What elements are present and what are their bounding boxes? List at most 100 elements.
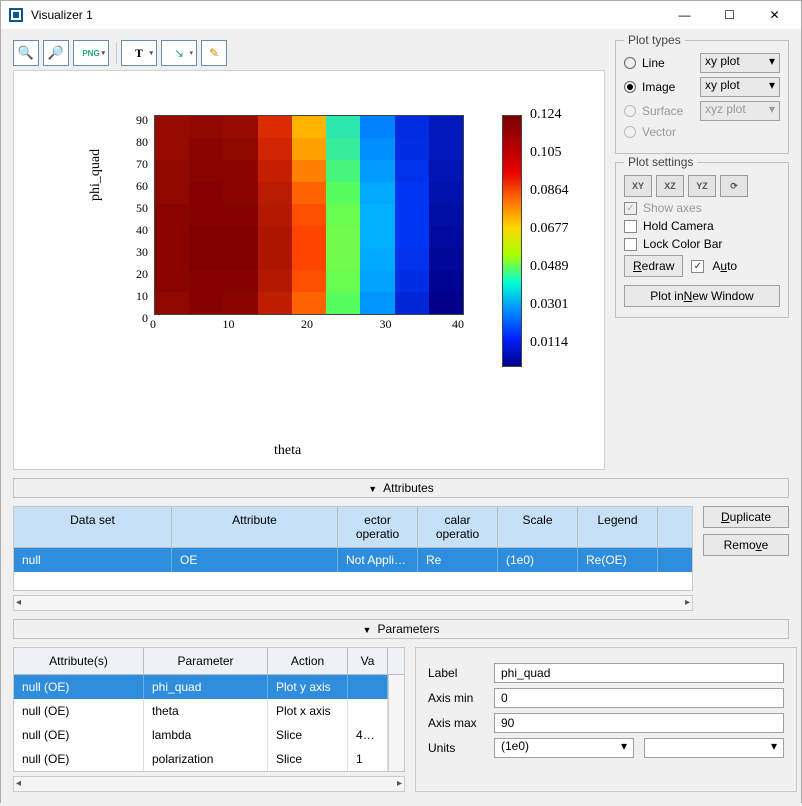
attributes-expander[interactable]: ▼Attributes (13, 478, 789, 498)
units-select[interactable]: (1e0)▾ (494, 738, 634, 758)
remove-button[interactable]: Remove (703, 534, 789, 556)
axis-min-label: Axis min (428, 691, 484, 705)
cell: null (14, 548, 172, 572)
close-button[interactable]: ✕ (752, 1, 797, 29)
column-header[interactable]: Parameter (144, 648, 268, 674)
maximize-button[interactable]: ☐ (707, 1, 752, 29)
column-header[interactable]: ector operatio (338, 507, 418, 547)
colorbar (502, 115, 522, 367)
zoom-reset-icon[interactable]: 🔎 (43, 40, 69, 66)
plot-canvas[interactable]: phi_quad 9080706050403020100 010203040 0… (13, 70, 605, 470)
y-axis-label: phi_quad (88, 149, 104, 201)
column-header[interactable]: Attribute(s) (14, 648, 144, 674)
view-reset-button[interactable]: ⟳ (720, 175, 748, 197)
cell: null (OE) (14, 747, 144, 771)
heatmap (154, 115, 464, 315)
radio-line-label: Line (642, 56, 694, 70)
window-title: Visualizer 1 (31, 8, 662, 22)
image-plot-select[interactable]: xy plot ▾ (700, 77, 780, 97)
cell: Re (418, 548, 498, 572)
cell (348, 699, 388, 723)
column-header[interactable]: Va (348, 648, 388, 674)
view-xy-button[interactable]: XY (624, 175, 652, 197)
minimize-button[interactable]: — (662, 1, 707, 29)
plot-types-group: Plot types Line xy plot ▾ Image xy plot … (615, 40, 789, 154)
cell: phi_quad (144, 675, 268, 699)
cell: (1e0) (498, 548, 578, 572)
cell: 4e-07 (348, 723, 388, 747)
edit-icon[interactable]: ✎ (201, 40, 227, 66)
x-axis-label: theta (274, 443, 301, 459)
cell: lambda (144, 723, 268, 747)
column-header[interactable]: Legend (578, 507, 658, 547)
cell: null (OE) (14, 675, 144, 699)
x-ticks: 010203040 (154, 317, 464, 332)
cell: polarization (144, 747, 268, 771)
cell (348, 675, 388, 699)
show-axes-checkbox: ✓ (624, 202, 637, 215)
table-row[interactable]: null (OE)thetaPlot x axis (14, 699, 388, 723)
plot-toolbar: 🔍 🔎 PNG T ↘ ✎ (13, 40, 605, 66)
table-row[interactable]: null (OE)lambdaSlice4e-07 (14, 723, 388, 747)
cell: Plot x axis (268, 699, 348, 723)
parameters-hscroll[interactable]: ◂▸ (13, 776, 405, 792)
view-yz-button[interactable]: YZ (688, 175, 716, 197)
parameters-table: Attribute(s)ParameterActionVa null (OE)p… (13, 647, 405, 772)
plot-settings-group: Plot settings XY XZ YZ ⟳ ✓Show axes Hold… (615, 162, 789, 318)
parameters-expander[interactable]: ▼Parameters (13, 619, 789, 639)
view-xz-button[interactable]: XZ (656, 175, 684, 197)
axis-min-input[interactable] (494, 688, 784, 708)
column-header[interactable]: Data set (14, 507, 172, 547)
show-axes-label: Show axes (643, 201, 702, 215)
cell: Slice (268, 747, 348, 771)
cell: theta (144, 699, 268, 723)
cell: OE (172, 548, 338, 572)
duplicate-button[interactable]: Duplicate (703, 506, 789, 528)
radio-vector-label: Vector (642, 125, 694, 139)
plot-settings-legend: Plot settings (624, 155, 697, 169)
radio-line[interactable] (624, 57, 636, 69)
column-header[interactable]: calar operatio (418, 507, 498, 547)
app-icon (9, 8, 23, 22)
parameters-vscroll[interactable] (388, 675, 404, 771)
lock-colorbar-checkbox[interactable] (624, 238, 637, 251)
lock-colorbar-label: Lock Color Bar (643, 237, 722, 251)
auto-label: Auto (712, 259, 737, 273)
table-row[interactable]: null (OE)polarizationSlice1 (14, 747, 388, 771)
annotate-arrow-button[interactable]: ↘ (161, 40, 197, 66)
hold-camera-label: Hold Camera (643, 219, 714, 233)
surface-plot-select: xyz plot ▾ (700, 101, 780, 121)
column-header[interactable]: Action (268, 648, 348, 674)
radio-vector (624, 126, 636, 138)
table-row[interactable]: null (OE)phi_quadPlot y axis (14, 675, 388, 699)
colorbar-ticks: 0.1240.1050.08640.06770.04890.03010.0114 (530, 107, 569, 373)
table-row[interactable]: nullOENot ApplicableRe(1e0)Re(OE) (14, 548, 692, 572)
text-tool-button[interactable]: T (121, 40, 157, 66)
hold-camera-checkbox[interactable] (624, 220, 637, 233)
axis-max-label: Axis max (428, 716, 484, 730)
cell: 1 (348, 747, 388, 771)
label-input[interactable] (494, 663, 784, 683)
line-plot-select[interactable]: xy plot ▾ (700, 53, 780, 73)
radio-surface-label: Surface (642, 104, 694, 118)
cell: Not Applicable (338, 548, 418, 572)
cell: null (OE) (14, 699, 144, 723)
export-png-button[interactable]: PNG (73, 40, 109, 66)
cell: Plot y axis (268, 675, 348, 699)
units-select-2[interactable]: ▾ (644, 738, 784, 758)
attributes-hscroll[interactable]: ◂▸ (13, 595, 693, 611)
auto-checkbox[interactable]: ✓ (691, 260, 704, 273)
redraw-button[interactable]: Redraw (624, 255, 683, 277)
radio-image[interactable] (624, 81, 636, 93)
radio-image-label: Image (642, 80, 694, 94)
plot-types-legend: Plot types (624, 33, 685, 47)
cell: Re(OE) (578, 548, 658, 572)
cell: null (OE) (14, 723, 144, 747)
label-label: Label (428, 666, 484, 680)
plot-new-window-button[interactable]: Plot in New Window (624, 285, 780, 307)
parameter-form: Label Axis min Axis max Units (1e0)▾ ▾ (415, 647, 797, 792)
axis-max-input[interactable] (494, 713, 784, 733)
zoom-icon[interactable]: 🔍 (13, 40, 39, 66)
column-header[interactable]: Scale (498, 507, 578, 547)
column-header[interactable]: Attribute (172, 507, 338, 547)
